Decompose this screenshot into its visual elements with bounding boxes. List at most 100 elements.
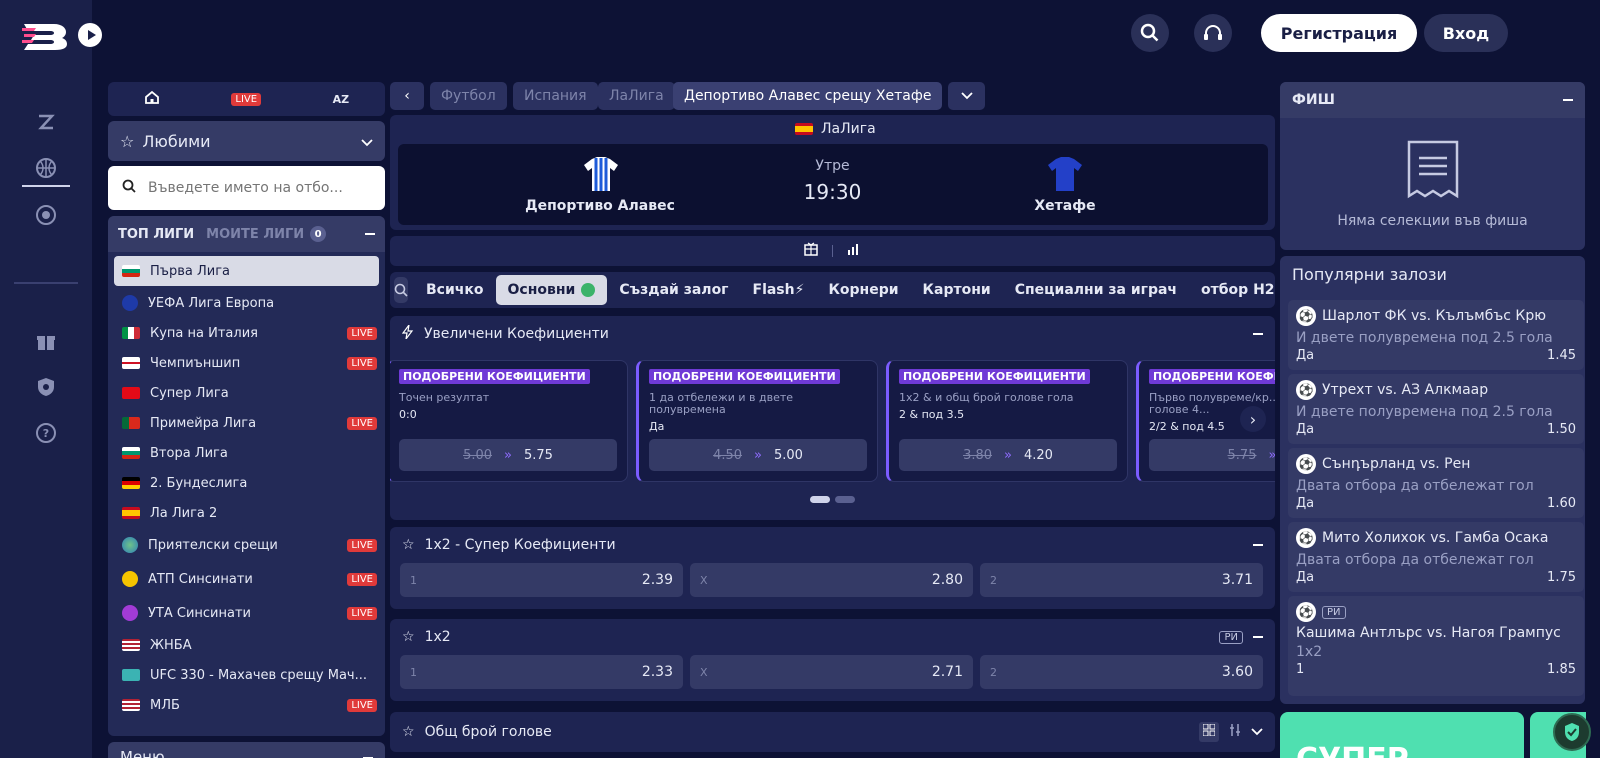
team-search-input[interactable] bbox=[148, 180, 358, 196]
new-odds: 5.00 bbox=[773, 447, 803, 463]
breadcrumb-country[interactable]: Испания bbox=[513, 82, 598, 110]
collapse-icon[interactable] bbox=[1253, 333, 1263, 335]
tab-main[interactable]: Основни bbox=[495, 275, 608, 305]
favorites-dropdown[interactable]: ☆ Любими bbox=[108, 121, 385, 161]
stats-bars-icon[interactable] bbox=[847, 243, 861, 259]
live-tab[interactable]: LIVE bbox=[231, 92, 262, 106]
carousel-next-icon[interactable]: › bbox=[1240, 406, 1266, 432]
grid-view-icon[interactable] bbox=[1199, 722, 1219, 742]
collapse-icon[interactable] bbox=[1253, 636, 1263, 638]
boosted-odds-card[interactable]: ПОДОБРЕНИ КОЕФИЦИЕНТИ 1х2 & и общ брой го… bbox=[886, 360, 1128, 482]
tab-bet-builder[interactable]: Създай залог bbox=[607, 275, 740, 305]
back-button[interactable]: ‹ bbox=[390, 82, 424, 110]
match-result-title: 1х2 bbox=[424, 629, 451, 645]
league-item[interactable]: УЕФА Лига Европа bbox=[108, 288, 385, 318]
card-odds-button[interactable]: 5.75 » bbox=[1149, 439, 1275, 471]
tab-player-specials[interactable]: Специални за играч bbox=[1003, 275, 1189, 305]
star-icon[interactable]: ☆ bbox=[402, 537, 415, 553]
top-leagues-tab[interactable]: ТОП ЛИГИ bbox=[118, 227, 194, 242]
security-shield-icon[interactable] bbox=[1553, 713, 1591, 751]
chevron-down-icon[interactable] bbox=[1251, 724, 1263, 740]
breadcrumb-sport[interactable]: Футбол bbox=[430, 82, 507, 110]
league-item[interactable]: Първа Лига bbox=[114, 256, 379, 286]
league-item[interactable]: UFC 330 - Махачев срещу Мач... bbox=[108, 660, 385, 690]
odds-button[interactable]: 2 3.60 bbox=[980, 655, 1263, 689]
breadcrumb-league[interactable]: ЛаЛига bbox=[598, 82, 675, 110]
my-leagues-tab[interactable]: МОИТЕ ЛИГИ 0 bbox=[206, 226, 327, 242]
help-icon[interactable]: ? bbox=[34, 421, 58, 445]
sports-z-icon[interactable] bbox=[34, 110, 58, 134]
search-icon[interactable] bbox=[1131, 14, 1169, 52]
odds-button[interactable]: X 2.71 bbox=[690, 655, 973, 689]
tab-corners[interactable]: Корнери bbox=[816, 275, 910, 305]
pt-flag-icon bbox=[122, 417, 140, 429]
collapse-icon[interactable] bbox=[1563, 99, 1573, 101]
league-item[interactable]: Супер Лига bbox=[108, 378, 385, 408]
league-item[interactable]: ЖНБА bbox=[108, 630, 385, 660]
live-casino-icon[interactable] bbox=[34, 203, 58, 227]
league-item[interactable]: МЛБ LIVE bbox=[108, 690, 385, 720]
breadcrumb-match[interactable]: Депортиво Алавес срещу Хетафе bbox=[673, 82, 943, 110]
card-odds-button[interactable]: 3.80 » 4.20 bbox=[899, 439, 1117, 471]
popular-bet-item[interactable]: ⚽ Утрехт vs. АЗ Алкмаар И двете полувремен… bbox=[1288, 374, 1584, 444]
bet-slip-header[interactable]: ФИШ bbox=[1280, 82, 1585, 118]
total-goals-header[interactable]: ☆ Общ брой голове bbox=[390, 712, 1275, 752]
carousel-dot[interactable] bbox=[835, 496, 855, 503]
popular-bet-item[interactable]: ⚽ РИ Кашима Антлърс vs. Нагоя Грампус 1х2 1 1… bbox=[1288, 596, 1584, 696]
league-item[interactable]: 2. Бундеслига bbox=[108, 468, 385, 498]
league-item[interactable]: УТА Синсинати LIVE bbox=[108, 596, 385, 630]
league-item[interactable]: Примейра Лига LIVE bbox=[108, 408, 385, 438]
home-icon[interactable] bbox=[144, 89, 160, 109]
match-switch-chevron-icon[interactable] bbox=[948, 82, 985, 110]
filter-sliders-icon[interactable] bbox=[1229, 724, 1241, 740]
collapse-icon[interactable] bbox=[365, 233, 375, 235]
tab-main-badge-icon bbox=[581, 283, 596, 297]
star-icon[interactable]: ☆ bbox=[402, 724, 415, 740]
collapse-icon[interactable] bbox=[1253, 544, 1263, 546]
outcome-label: X bbox=[700, 573, 708, 587]
super-odds-header[interactable]: ☆ 1х2 - Супер Коефициенти bbox=[390, 527, 1275, 563]
league-item[interactable]: Приятелски срещи LIVE bbox=[108, 528, 385, 562]
scoreboard-icon[interactable] bbox=[804, 242, 818, 260]
card-odds-button[interactable]: 5.00 » 5.75 bbox=[399, 439, 617, 471]
shield-star-icon[interactable] bbox=[34, 375, 58, 399]
odds-button[interactable]: X 2.80 bbox=[690, 563, 973, 597]
tab-cards[interactable]: Картони bbox=[911, 275, 1003, 305]
market-search-icon[interactable] bbox=[394, 277, 408, 303]
league-item[interactable]: Втора Лига bbox=[108, 438, 385, 468]
popular-bet-item[interactable]: ⚽ Шарлот ФК vs. Кълъмбъс Крю И двете полув… bbox=[1288, 300, 1584, 370]
tab-flash[interactable]: Flash⚡ bbox=[741, 275, 817, 305]
basketball-icon[interactable] bbox=[34, 156, 58, 180]
card-selection: 2 & под 3.5 bbox=[899, 408, 965, 421]
gift-icon[interactable] bbox=[34, 330, 58, 354]
boosted-odds-card[interactable]: ПОДОБРЕНИ КОЕФИЦИЕНТИ 1 да отбележи и в д… bbox=[636, 360, 878, 482]
boosted-badge: ПОДОБРЕНИ КОЕФИЦИЕНТИ bbox=[899, 369, 1090, 384]
promo-banner[interactable]: СУПЕР bbox=[1280, 712, 1524, 758]
tab-team-h2h[interactable]: отбор H2H bbox=[1189, 275, 1275, 305]
odds-button[interactable]: 1 2.33 bbox=[400, 655, 683, 689]
carousel-dot-active[interactable] bbox=[810, 496, 830, 503]
league-item[interactable]: Купа на Италия LIVE bbox=[108, 318, 385, 348]
tab-all[interactable]: Всичко bbox=[414, 275, 496, 305]
league-item[interactable]: АТП Синсинати LIVE bbox=[108, 562, 385, 596]
odds-button[interactable]: 1 2.39 bbox=[400, 563, 683, 597]
popular-bet-item[interactable]: ⚽ Мито Холихок vs. Гамба Осака Двата отбор… bbox=[1288, 522, 1584, 592]
menu-section[interactable]: Меню bbox=[108, 742, 385, 758]
league-item[interactable]: Чемпиъншип LIVE bbox=[108, 348, 385, 378]
login-button[interactable]: Вход bbox=[1424, 14, 1508, 52]
boosted-odds-card[interactable]: ПОДОБРЕНИ КОЕФИЦИЕНТИ Точен резултат 0:0 5.… bbox=[390, 360, 628, 482]
headset-support-icon[interactable] bbox=[1194, 14, 1232, 52]
odds-button[interactable]: 2 3.71 bbox=[980, 563, 1263, 597]
register-button[interactable]: Регистрация bbox=[1261, 14, 1417, 52]
brand-logo[interactable] bbox=[22, 18, 102, 52]
boosted-odds-header[interactable]: Увеличени Коефициенти bbox=[390, 316, 1275, 352]
card-odds-button[interactable]: 4.50 » 5.00 bbox=[649, 439, 867, 471]
az-tab[interactable]: AZ bbox=[333, 93, 350, 106]
star-icon[interactable]: ☆ bbox=[402, 629, 415, 645]
home-team-name: Депортиво Алавес bbox=[525, 198, 675, 214]
match-result-header[interactable]: ☆ 1х2 РИ bbox=[390, 619, 1275, 655]
soccer-ball-icon: ⚽ bbox=[1296, 306, 1316, 326]
popular-bet-item[interactable]: ⚽ Сънդърланд vs. Рен Двата отбора да отбел… bbox=[1288, 448, 1584, 518]
league-item[interactable]: Ла Лига 2 bbox=[108, 498, 385, 528]
play-icon[interactable] bbox=[78, 23, 102, 47]
